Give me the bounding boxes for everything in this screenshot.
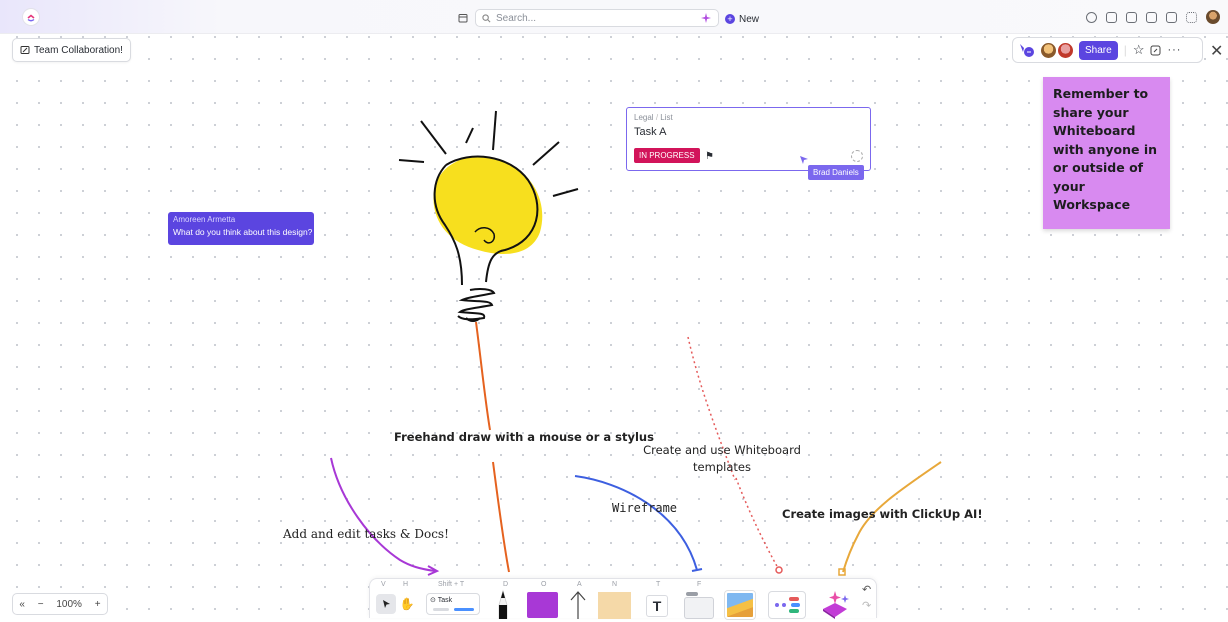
task-tool[interactable]: ⊙ Task: [426, 593, 480, 615]
hotkey-shape: O: [541, 581, 547, 588]
ai-image-tool[interactable]: [817, 589, 853, 619]
hand-tool[interactable]: ✋: [398, 595, 416, 613]
templates-annotation[interactable]: Create and use Whiteboard templates: [640, 442, 804, 476]
task-tool-label: Task: [437, 597, 453, 604]
task-bar: [433, 608, 449, 611]
card-tool[interactable]: [684, 592, 714, 619]
hotkey-task: Shift + T: [438, 581, 465, 588]
blue-connector: [574, 475, 698, 571]
freehand-drawings: [330, 110, 942, 576]
hotkey-card: F: [697, 581, 702, 588]
arrow-tool[interactable]: [568, 589, 588, 622]
shape-tool[interactable]: [527, 592, 558, 618]
wireframe-annotation[interactable]: Wireframe: [612, 501, 677, 515]
redo-icon[interactable]: ↷: [862, 599, 871, 612]
hotkey-note: N: [612, 581, 618, 588]
zoom-out-button[interactable]: −: [38, 599, 44, 610]
image-tool[interactable]: [725, 591, 755, 619]
collapse-icon[interactable]: «: [19, 599, 25, 610]
check-circle-icon: ⊙: [430, 597, 436, 604]
template-tool[interactable]: [768, 591, 806, 619]
pen-icon: [498, 589, 508, 620]
arrow-up-icon: [570, 591, 586, 619]
pointer-icon: [382, 600, 390, 608]
whiteboard-toolbar: V H Shift + T D O A N T F ✋ ⊙ Task T ↶ ↷: [369, 578, 877, 620]
zoom-in-button[interactable]: +: [95, 599, 101, 610]
purple-arrow: [330, 457, 436, 572]
dotted-red-line-lower: [735, 477, 779, 569]
text-tool[interactable]: T: [646, 595, 668, 617]
hotkey-text: T: [656, 581, 661, 588]
hand-icon: ✋: [399, 597, 415, 611]
task-bar-blue: [454, 608, 474, 611]
hotkey-select: V: [381, 581, 386, 588]
ai-images-annotation[interactable]: Create images with ClickUp AI!: [782, 506, 983, 522]
hotkey-hand: H: [403, 581, 409, 588]
hotkey-arrow: A: [577, 581, 582, 588]
undo-icon[interactable]: ↶: [862, 583, 871, 596]
pen-tool[interactable]: [495, 589, 511, 622]
lightbulb-drawing[interactable]: [398, 110, 579, 322]
hotkey-draw: D: [503, 581, 509, 588]
blue-connector-end: [691, 568, 703, 572]
sticky-note-tool[interactable]: [598, 592, 631, 619]
zoom-level[interactable]: 100%: [56, 599, 82, 610]
template-icon: [775, 597, 800, 613]
orange-line-lower: [492, 461, 510, 573]
zoom-controls: « − 100% +: [12, 593, 108, 615]
tasks-docs-annotation[interactable]: Add and edit tasks & Docs!: [283, 527, 449, 541]
orange-line: [475, 321, 491, 431]
freehand-annotation[interactable]: Freehand draw with a mouse or a stylus: [394, 429, 654, 445]
ai-sparkle-icon: [823, 591, 849, 619]
select-tool[interactable]: [376, 594, 396, 614]
dot-endpoint: [775, 566, 783, 574]
